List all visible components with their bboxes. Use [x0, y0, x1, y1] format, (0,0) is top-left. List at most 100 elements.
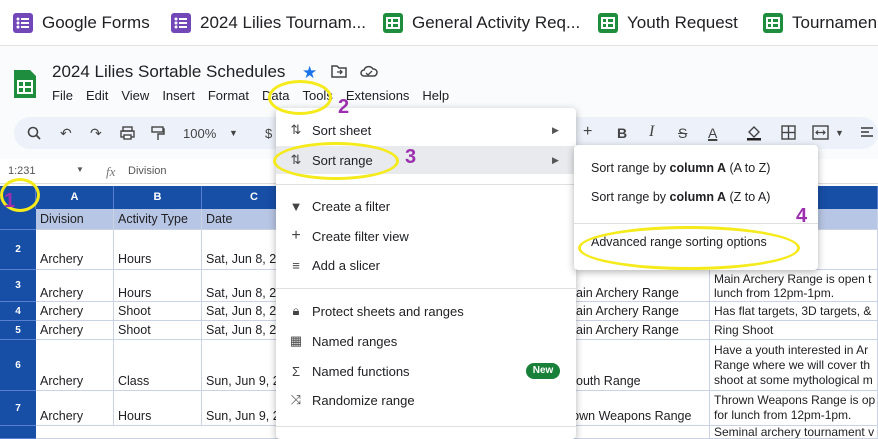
cell-division[interactable]: Archery: [36, 230, 114, 270]
bookmark-label: General Activity Req...: [412, 13, 581, 32]
increase-font-icon[interactable]: +: [583, 123, 592, 141]
cell-description[interactable]: Ring Shoot: [710, 321, 878, 340]
bookmark-label: Youth Request: [627, 13, 738, 32]
fill-color-icon[interactable]: [746, 124, 762, 141]
currency-format-button[interactable]: $: [265, 126, 272, 141]
menu-item-add-slicer[interactable]: ≡ Add a slicer: [276, 251, 576, 279]
sort-suffix: (Z to A): [726, 190, 771, 204]
bookmark-label: 2024 Lilies Tournam...: [200, 13, 367, 32]
cell-activity-type[interactable]: Hours: [114, 230, 202, 270]
bookmark-google-forms[interactable]: Google Forms: [12, 9, 150, 37]
cell-description[interactable]: Main Archery Range is open t lunch from 1…: [710, 270, 878, 302]
text-color-icon[interactable]: A: [708, 125, 717, 141]
bold-icon[interactable]: B: [617, 125, 627, 141]
menu-item-create-filter-view[interactable]: + Create filter view: [276, 222, 576, 250]
bookmark-general-activity[interactable]: General Activity Req...: [382, 9, 580, 37]
menu-insert[interactable]: Insert: [162, 88, 195, 106]
cell-division[interactable]: Archery: [36, 391, 114, 426]
annotation-number: 1: [4, 190, 16, 212]
menu-extensions[interactable]: Extensions: [346, 88, 410, 106]
cell-activity-type[interactable]: Shoot: [114, 321, 202, 340]
menu-format[interactable]: Format: [208, 88, 249, 106]
plus-icon: +: [291, 227, 301, 244]
print-icon[interactable]: [120, 126, 135, 140]
description-line: lunch from 12pm-1pm.: [714, 286, 835, 300]
cell-activity-type[interactable]: Shoot: [114, 302, 202, 321]
move-to-folder-icon[interactable]: [331, 64, 347, 78]
menu-edit[interactable]: Edit: [86, 88, 108, 106]
cell-description[interactable]: Thrown Weapons Range is op for lunch from…: [710, 391, 878, 426]
sort-suffix: (A to Z): [726, 161, 771, 175]
cell-description[interactable]: Have a youth interested in Ar Range where…: [710, 340, 878, 391]
search-icon[interactable]: [27, 126, 41, 140]
column-header-b[interactable]: B: [114, 186, 202, 209]
cell-division[interactable]: Archery: [36, 321, 114, 340]
header-cell-division[interactable]: Division: [36, 209, 114, 230]
cell-division[interactable]: Archery: [36, 270, 114, 302]
bookmark-lilies-tournament[interactable]: 2024 Lilies Tournam...: [170, 9, 366, 37]
undo-icon[interactable]: ↶: [60, 125, 72, 142]
annotation-ring: [578, 226, 800, 270]
row-header[interactable]: 6: [0, 340, 36, 391]
row-header[interactable]: 5: [0, 321, 36, 340]
cell-activity-type[interactable]: Hours: [114, 391, 202, 426]
name-box[interactable]: 1:231: [8, 165, 36, 177]
strikethrough-icon[interactable]: S: [678, 125, 687, 141]
menu-item-create-filter[interactable]: ▼ Create a filter: [276, 192, 576, 220]
cell-activity-type[interactable]: Class: [114, 340, 202, 391]
menu-file[interactable]: File: [52, 88, 73, 106]
bookmark-tournament[interactable]: Tournamen: [762, 9, 877, 37]
sort-a-to-z-item[interactable]: Sort range by column A (A to Z): [591, 161, 770, 175]
cell-division[interactable]: Archery: [36, 302, 114, 321]
bookmark-youth-request[interactable]: Youth Request: [597, 9, 738, 37]
formula-input[interactable]: Division: [128, 165, 167, 177]
cell-description[interactable]: Seminal archery tournament v: [710, 426, 878, 439]
forms-icon: [171, 13, 191, 33]
menu-item-label: Create filter view: [312, 228, 409, 244]
row-header[interactable]: 2: [0, 230, 36, 270]
sort-prefix: Sort range by: [591, 190, 670, 204]
shuffle-icon: ⤨: [290, 392, 302, 407]
sheets-icon: [598, 13, 618, 33]
menu-item-sort-sheet[interactable]: ⇅ Sort sheet ▶: [276, 116, 576, 144]
sheets-icon: [763, 13, 783, 33]
chevron-down-icon[interactable]: ▼: [76, 165, 84, 174]
menu-help[interactable]: Help: [422, 88, 449, 106]
description-line: Thrown Weapons Range is op: [714, 393, 876, 407]
row-header[interactable]: 7: [0, 391, 36, 426]
redo-icon[interactable]: ↷: [90, 125, 102, 142]
annotation-number: 3: [405, 146, 417, 168]
row-header[interactable]: 4: [0, 302, 36, 321]
cell-activity-type[interactable]: Hours: [114, 270, 202, 302]
document-title[interactable]: 2024 Lilies Sortable Schedules: [52, 62, 285, 82]
menu-item-label: Protect sheets and ranges: [312, 303, 464, 319]
cell-description[interactable]: Has flat targets, 3D targets, &: [710, 302, 878, 321]
cloud-status-icon[interactable]: [360, 64, 378, 78]
description-line: Have a youth interested in Ar: [714, 343, 869, 357]
sheets-logo-icon[interactable]: [12, 68, 38, 100]
menu-item-named-ranges[interactable]: ▦ Named ranges: [276, 327, 576, 355]
menu-view[interactable]: View: [121, 88, 149, 106]
chevron-right-icon: ▶: [552, 154, 559, 165]
paint-format-icon[interactable]: [151, 126, 165, 141]
chevron-down-icon[interactable]: ▼: [229, 128, 238, 138]
cell-division[interactable]: Archery: [36, 340, 114, 391]
menu-divider: [276, 184, 576, 185]
borders-icon[interactable]: [781, 125, 796, 140]
menu-item-protect[interactable]: 🔒︎ Protect sheets and ranges: [276, 297, 576, 325]
row-header[interactable]: [0, 426, 36, 439]
sort-column: column A: [669, 190, 726, 204]
menu-item-randomize[interactable]: ⤨ Randomize range: [276, 386, 576, 414]
row-header[interactable]: 3: [0, 270, 36, 302]
column-header-a[interactable]: A: [36, 186, 114, 209]
italic-icon[interactable]: I: [649, 123, 654, 141]
sort-prefix: Sort range by: [591, 161, 670, 175]
lock-icon: 🔒︎: [292, 303, 300, 318]
zoom-select[interactable]: 100%: [183, 126, 216, 141]
align-left-icon[interactable]: [860, 127, 874, 139]
header-cell-activity-type[interactable]: Activity Type: [114, 209, 202, 230]
named-ranges-icon: ▦: [289, 333, 303, 348]
sort-z-to-a-item[interactable]: Sort range by column A (Z to A): [591, 190, 770, 204]
chevron-down-icon[interactable]: ▼: [835, 128, 844, 138]
merge-cells-icon[interactable]: [812, 125, 829, 140]
